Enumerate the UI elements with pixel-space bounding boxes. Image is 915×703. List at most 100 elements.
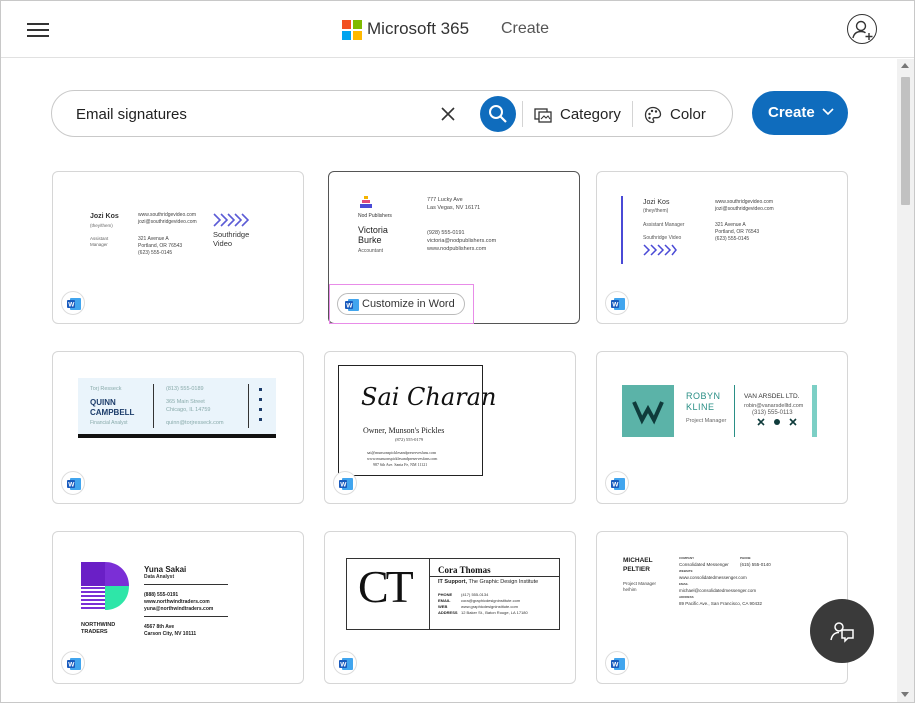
template-card[interactable]: Torj Resseck QUINN CAMPBELL Financial An… [52,351,304,504]
nod-logo-icon [360,196,372,208]
word-badge: W [605,471,629,495]
sig-web: www.southridgevideo.com [715,199,774,205]
sig-role-line: IT Support, The Graphic Design Institute [438,579,538,586]
word-badge: W [333,471,357,495]
sig-phone: (623) 555-0145 [715,236,750,242]
chevrons-logo-icon [213,213,249,227]
sig-name2: KLINE [686,402,715,412]
sig-web: www.nodpublishers.com [427,246,487,252]
word-icon: W [611,298,625,310]
divider [144,616,228,617]
accent-bar [812,385,817,437]
sig-email: victoria@nodpublishers.com [427,238,497,244]
sig-web: www.munsonspicklesandpreservesfans.com [367,456,438,461]
word-badge: W [61,651,85,675]
sig-address: 89 Pacific Ave., San Francisco, CA 90432 [679,601,762,606]
word-icon: W [67,298,81,310]
northwind-logo-icon [81,562,129,610]
word-icon: W [67,658,81,670]
category-icon [534,108,552,123]
sig-address1: 321 Avenue A [138,236,169,242]
sig-email: quinn@torjresseck.com [166,420,224,426]
hamburger-icon[interactable] [27,23,49,37]
category-filter[interactable]: Category [534,104,621,126]
sig-title: Financial Analyst [90,420,128,426]
word-icon: W [345,299,359,311]
template-card[interactable]: Sai Charan Owner, Munson's Pickles (872)… [324,351,576,504]
chat-assistant-button[interactable] [810,599,874,663]
sig-email: cora@graphicdesigninstitute.com [461,598,521,603]
sig-initials: CT [358,561,414,612]
template-card[interactable]: ROBYN KLINE Project Manager VAN ARSDEL L… [596,351,848,504]
sig-name1: MICHAEL [623,557,653,564]
chevrons-logo-icon [643,244,677,256]
template-card[interactable]: MICHAEL PELTIER Project Manager he/him C… [596,531,848,684]
sig-company2: TRADERS [81,629,108,635]
sig-address2: Las Vegas, NV 16171 [427,205,481,211]
sig-label-phone: PHONE [438,592,453,597]
vertical-scrollbar[interactable] [897,59,914,702]
sig-label-phone: PHONE [740,556,751,560]
search-button[interactable] [480,96,516,132]
sig-phone: (928) 555-0191 [427,230,465,236]
template-card[interactable]: Jozi Kos (they/them) Assistant Manager S… [596,171,848,324]
sig-label-web: WEB [438,604,448,609]
sig-address1: 777 Lucky Ave [427,197,463,203]
divider [734,385,735,437]
color-filter[interactable]: Color [644,104,706,126]
sig-web: www.consolidatedmessenger.com [679,575,747,580]
svg-text:W: W [612,662,619,669]
logo-square [622,385,674,437]
social-dot-icon [259,398,262,401]
create-tab[interactable]: Create [501,20,549,38]
divider [429,576,560,577]
create-button[interactable]: Create [752,91,848,135]
template-card[interactable]: Jozi Kos (they/them) Assistant Manager w… [52,171,304,324]
customize-in-word-button[interactable]: W Customize in Word [337,293,465,315]
template-card[interactable]: CT Cora Thomas IT Support, The Graphic D… [324,531,576,684]
svg-text:W: W [340,482,347,489]
svg-text:W: W [340,662,347,669]
divider [632,101,633,127]
word-badge: W [61,471,85,495]
search-bar: Category Color [51,90,733,137]
svg-text:W: W [346,303,353,310]
sig-top-name: Torj Resseck [90,386,122,392]
sig-company: Southridge Video [213,230,250,249]
sig-phone: (313) 555-0113 [752,410,793,416]
sig-bottom-bar [78,434,276,438]
sig-email: robin@vanarsdelltd.com [744,403,804,409]
brand-name[interactable]: Microsoft 365 [367,19,469,39]
create-button-label: Create [768,104,815,121]
search-input[interactable] [76,103,426,125]
divider [522,101,523,127]
template-card[interactable]: NORTHWIND TRADERS Yuna Sakai Data Analys… [52,531,304,684]
sig-name: Victoria Burke [358,225,388,246]
sig-pronouns: (they/them) [90,223,113,228]
sig-title: Accountant [358,248,384,254]
sig-label-website: WEBSITE [679,569,693,573]
w-logo-icon [632,401,664,425]
social-dot-icon [259,408,262,411]
sig-title2: he/him [623,587,637,592]
sig-email: michael@consolidatedmessenger.com [679,588,757,593]
sig-script-name: Sai Charan [361,383,497,411]
word-badge: W [605,291,629,315]
sig-title: Project Manager [686,418,727,424]
sig-label-email: EMAIL [679,582,689,586]
scroll-up-icon[interactable] [901,63,909,68]
scrollbar-thumb[interactable] [901,77,910,205]
add-person-icon[interactable] [847,14,877,44]
sig-name: Cora Thomas [438,565,491,575]
sig-address2: Portland, OR 76543 [715,229,760,235]
sig-web: www.southridgevideo.com [138,212,197,218]
sig-title: Assistant Manager [90,236,109,247]
divider [144,584,228,585]
palette-icon [644,106,662,124]
sig-phone: (872) 555-0179 [395,437,424,442]
sig-name1: ROBYN [686,391,721,401]
sig-address1: 321 Avenue A [715,222,746,228]
sig-company: VAN ARSDEL LTD. [744,393,800,400]
close-icon[interactable] [440,106,456,122]
scroll-down-icon[interactable] [901,692,909,697]
